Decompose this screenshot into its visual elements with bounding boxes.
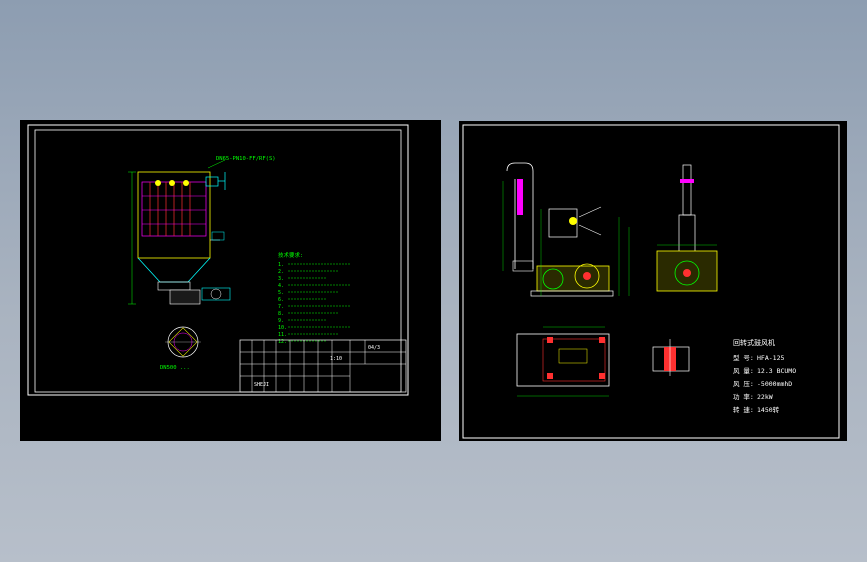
fan-specs: 型 号: HFA-125风 量: 12.3 BCUMO风 压: -5000mmhD功 … bbox=[733, 353, 796, 414]
section-label: DN500 ... bbox=[160, 365, 190, 371]
drawing-sheet-left[interactable]: DN65-PN10-FF/RF(S) DN500 ... 技术要求: 1. 2. 3… bbox=[20, 120, 441, 441]
title-part-no: 04/3 bbox=[368, 345, 380, 351]
note-item: 4. bbox=[278, 283, 284, 289]
left-sheet-canvas: DN65-PN10-FF/RF(S) DN500 ... 技术要求: 1.2.3… bbox=[27, 124, 409, 396]
note-item: 5. bbox=[278, 290, 284, 296]
blower-side-view bbox=[656, 164, 718, 292]
note-item: 8. bbox=[278, 311, 284, 317]
spec-value: -5000mmhD bbox=[757, 380, 792, 388]
notes-list: 1.2.3.4.5.6.7.8.9.10.11.12. bbox=[278, 262, 350, 345]
outer-frame bbox=[27, 124, 409, 396]
spec-value: 1450转 bbox=[757, 405, 780, 414]
fan-title: 回转式鼓风机 bbox=[733, 338, 775, 347]
right-sheet-canvas: 回转式鼓风机 型 号: HFA-125风 量: 12.3 BCUMO风 压: -500… bbox=[462, 124, 840, 439]
spec-value: 22kW bbox=[757, 393, 773, 401]
spec-value: HFA-125 bbox=[757, 354, 784, 362]
note-item: 9. bbox=[278, 318, 284, 324]
spec-key: 风 压: bbox=[733, 380, 754, 388]
note-item: 1. bbox=[278, 262, 284, 268]
section-view bbox=[165, 326, 201, 358]
note-item: 6. bbox=[278, 297, 284, 303]
drawing-sheet-right[interactable]: 回转式鼓风机 型 号: HFA-125 风 量: 12.3 BCUMO 风 压: -500… bbox=[459, 121, 847, 441]
note-item: 10. bbox=[278, 325, 287, 331]
spec-key: 风 量: bbox=[733, 367, 754, 375]
title-drawing-no: SHEJI bbox=[254, 382, 269, 388]
dust-collector bbox=[128, 171, 231, 305]
spec-key: 转 速: bbox=[733, 405, 754, 414]
cad-viewport[interactable]: DN65-PN10-FF/RF(S) DN500 ... 技术要求: 1. 2. 3… bbox=[0, 0, 867, 562]
note-item: 7. bbox=[278, 304, 284, 310]
blower-front-view bbox=[502, 162, 630, 297]
spec-key: 功 率: bbox=[733, 392, 754, 401]
notes-title: 技术要求: bbox=[278, 251, 303, 259]
anchor-detail bbox=[652, 339, 690, 376]
note-item: 11. bbox=[278, 332, 287, 338]
right-frame bbox=[462, 124, 840, 439]
spec-value: 12.3 BCUMO bbox=[757, 367, 796, 375]
note-item: 3. bbox=[278, 276, 284, 282]
inner-frame bbox=[34, 129, 402, 393]
pipe-label: DN65-PN10-FF/RF(S) bbox=[216, 156, 276, 162]
plan-view bbox=[516, 326, 610, 397]
spec-key: 型 号: bbox=[733, 353, 754, 362]
note-item: 2. bbox=[278, 269, 284, 275]
title-scale: 1:10 bbox=[330, 356, 342, 362]
